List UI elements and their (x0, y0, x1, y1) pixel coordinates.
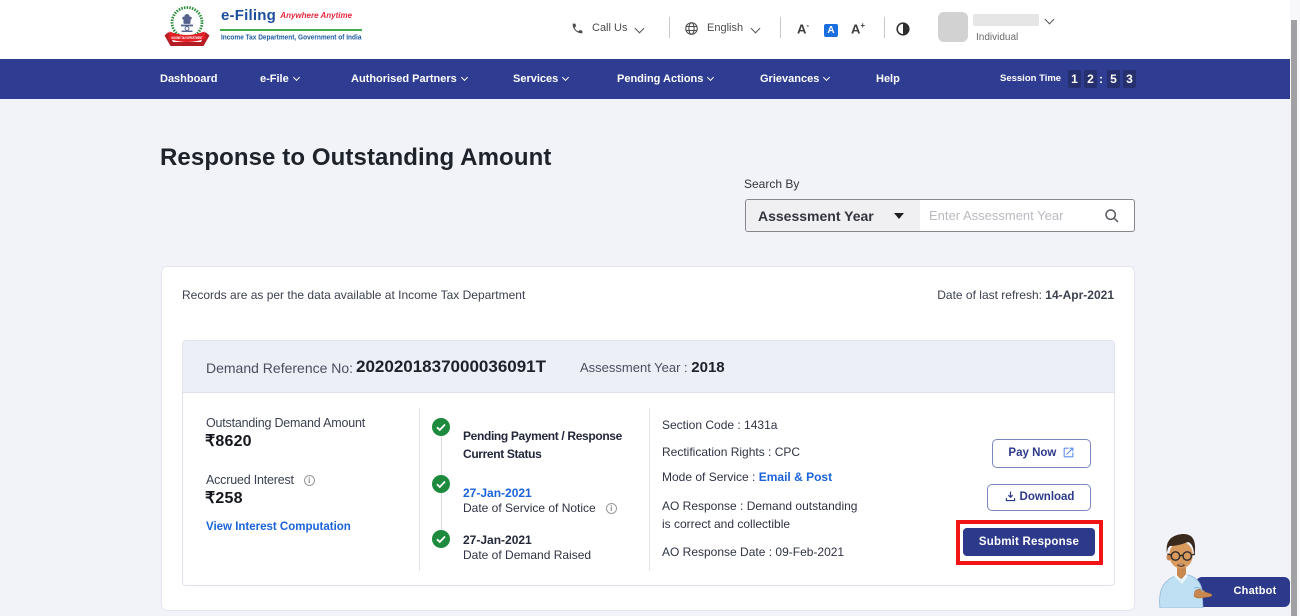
svg-text:INCOME TAX DEPARTMENT: INCOME TAX DEPARTMENT (172, 36, 204, 40)
